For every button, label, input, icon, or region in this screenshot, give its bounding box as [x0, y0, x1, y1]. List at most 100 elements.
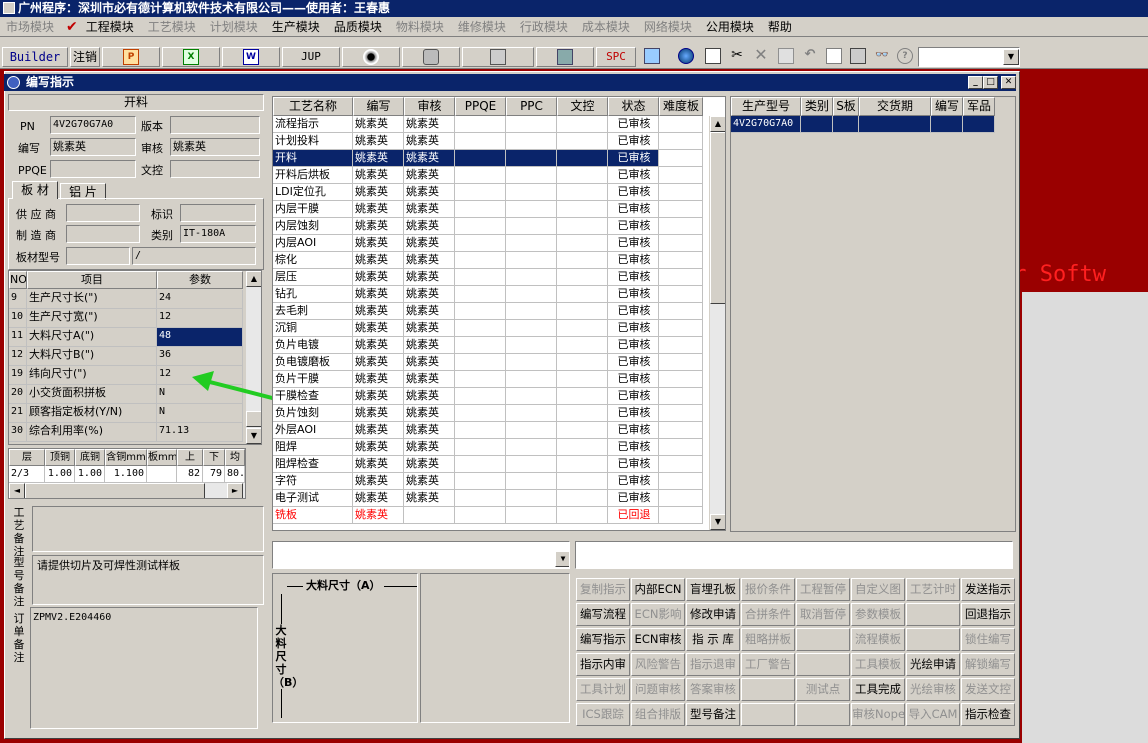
process-cell[interactable]: [557, 337, 608, 354]
action-button[interactable]: 指 示 库: [686, 628, 740, 651]
process-cell[interactable]: [506, 269, 557, 286]
action-button[interactable]: 指示退审: [686, 653, 740, 676]
process-cell[interactable]: 姚素英: [404, 184, 455, 201]
process-cell[interactable]: [455, 269, 506, 286]
process-cell[interactable]: [557, 405, 608, 422]
process-cell[interactable]: [659, 218, 703, 235]
process-cell[interactable]: 已审核: [608, 303, 659, 320]
process-cell[interactable]: [506, 116, 557, 133]
process-cell[interactable]: [557, 150, 608, 167]
new-file-icon[interactable]: [705, 48, 721, 64]
process-cell[interactable]: [455, 422, 506, 439]
process-cell[interactable]: [557, 303, 608, 320]
process-cell[interactable]: [659, 269, 703, 286]
process-cell[interactable]: [404, 507, 455, 524]
action-button[interactable]: 指示检查: [961, 703, 1015, 726]
process-cell[interactable]: 负片干膜: [273, 371, 353, 388]
process-cell[interactable]: [557, 354, 608, 371]
process-cell[interactable]: 已审核: [608, 354, 659, 371]
process-cell[interactable]: [506, 320, 557, 337]
process-cell[interactable]: [557, 371, 608, 388]
product-header[interactable]: 编写: [931, 97, 963, 116]
process-cell[interactable]: [659, 303, 703, 320]
process-cell[interactable]: 电子测试: [273, 490, 353, 507]
action-button[interactable]: 合拼条件: [741, 603, 795, 626]
process-cell[interactable]: 已审核: [608, 235, 659, 252]
category-field[interactable]: IT-180A: [180, 225, 256, 243]
process-cell[interactable]: [659, 184, 703, 201]
process-cell[interactable]: 姚素英: [353, 439, 404, 456]
model-field-2[interactable]: /: [132, 247, 256, 265]
menu-item[interactable]: 计划模块: [204, 17, 266, 37]
process-cell[interactable]: [659, 167, 703, 184]
process-cell[interactable]: [659, 354, 703, 371]
action-button[interactable]: 工厂警告: [741, 653, 795, 676]
process-cell[interactable]: 流程指示: [273, 116, 353, 133]
process-cell[interactable]: 已审核: [608, 150, 659, 167]
globe-icon[interactable]: [678, 48, 694, 64]
process-cell[interactable]: [557, 133, 608, 150]
process-cell[interactable]: 字符: [273, 473, 353, 490]
action-button[interactable]: 内部ECN: [631, 578, 685, 601]
product-cell[interactable]: [833, 116, 859, 133]
process-cell[interactable]: 姚素英: [404, 354, 455, 371]
action-button[interactable]: 工具模板: [851, 653, 905, 676]
action-button[interactable]: 光绘申请: [906, 653, 960, 676]
process-cell[interactable]: 姚素英: [404, 388, 455, 405]
process-cell[interactable]: [659, 252, 703, 269]
process-cell[interactable]: [659, 133, 703, 150]
param-value[interactable]: 24: [157, 290, 243, 309]
process-cell[interactable]: [455, 388, 506, 405]
jup-button[interactable]: JUP: [282, 47, 340, 67]
bottom-text-field[interactable]: [575, 541, 1013, 569]
action-button[interactable]: 光绘审核: [906, 678, 960, 701]
process-cell[interactable]: 姚素英: [404, 405, 455, 422]
process-cell[interactable]: 姚素英: [353, 507, 404, 524]
process-cell[interactable]: [557, 269, 608, 286]
action-button[interactable]: 工艺计时: [906, 578, 960, 601]
network-button[interactable]: [462, 47, 534, 67]
process-cell[interactable]: [659, 507, 703, 524]
logout-button[interactable]: 注销: [70, 47, 100, 67]
process-cell[interactable]: [455, 286, 506, 303]
spc-button[interactable]: SPC: [596, 47, 636, 67]
process-cell[interactable]: 姚素英: [353, 473, 404, 490]
excel-button[interactable]: X: [162, 47, 220, 67]
process-cell[interactable]: 姚素英: [404, 218, 455, 235]
param-value[interactable]: 48: [157, 328, 243, 347]
report-icon[interactable]: [644, 48, 660, 64]
product-cell[interactable]: [801, 116, 833, 133]
process-cell[interactable]: 姚素英: [404, 133, 455, 150]
process-cell[interactable]: [659, 490, 703, 507]
process-cell[interactable]: [506, 388, 557, 405]
action-button[interactable]: 参数模板: [851, 603, 905, 626]
process-cell[interactable]: [455, 116, 506, 133]
process-cell[interactable]: 姚素英: [353, 286, 404, 303]
action-button[interactable]: 风险警告: [631, 653, 685, 676]
process-cell[interactable]: [659, 371, 703, 388]
process-cell[interactable]: [455, 303, 506, 320]
process-cell[interactable]: 棕化: [273, 252, 353, 269]
process-cell[interactable]: 姚素英: [353, 405, 404, 422]
process-cell[interactable]: [455, 405, 506, 422]
process-cell[interactable]: 姚素英: [353, 354, 404, 371]
powerpoint-button[interactable]: P: [102, 47, 160, 67]
process-cell[interactable]: 已审核: [608, 371, 659, 388]
process-cell[interactable]: 姚素英: [404, 150, 455, 167]
process-cell[interactable]: 已审核: [608, 184, 659, 201]
process-cell[interactable]: 已审核: [608, 252, 659, 269]
process-cell[interactable]: 姚素英: [353, 320, 404, 337]
process-cell[interactable]: [455, 201, 506, 218]
process-header[interactable]: 文控: [557, 97, 608, 116]
scroll-up-icon[interactable]: ▲: [710, 116, 725, 132]
process-cell[interactable]: 姚素英: [404, 422, 455, 439]
process-cell[interactable]: [506, 201, 557, 218]
process-cell[interactable]: 内层干膜: [273, 201, 353, 218]
order-remark-field[interactable]: ZPMV2.E204460: [30, 607, 258, 729]
action-button[interactable]: 编写指示: [576, 628, 630, 651]
process-header[interactable]: PPC: [506, 97, 557, 116]
process-cell[interactable]: 姚素英: [404, 490, 455, 507]
builder-button[interactable]: Builder: [2, 47, 68, 67]
process-cell[interactable]: [455, 507, 506, 524]
process-cell[interactable]: 负电镀磨板: [273, 354, 353, 371]
